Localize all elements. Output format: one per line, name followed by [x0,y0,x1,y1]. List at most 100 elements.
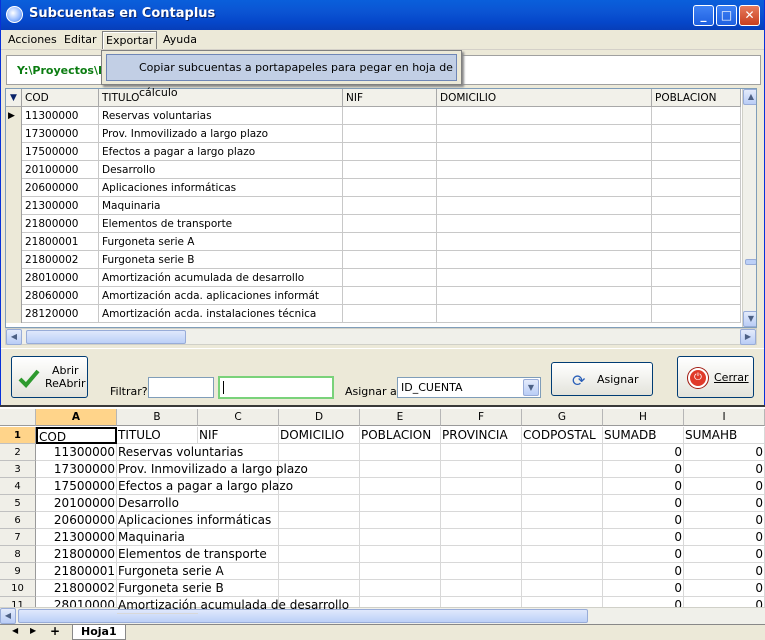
sheet-cell[interactable] [360,563,441,580]
sheet-cell[interactable]: CODPOSTAL [522,427,603,444]
grid-cell[interactable]: Amortización acumulada de desarrollo [99,269,343,287]
grid-cell[interactable] [437,143,652,161]
sheet-col-header[interactable]: B [117,409,198,426]
sheet-col-header[interactable]: C [198,409,279,426]
sheet-cell[interactable]: 21800000 [36,546,117,563]
sheet-cell[interactable] [279,529,360,546]
grid-cell[interactable]: Furgoneta serie A [99,233,343,251]
sheet-cell[interactable]: TITULO [117,427,198,444]
filtrar-field-2[interactable] [218,376,334,399]
sheet-cell[interactable] [441,512,522,529]
cerrar-button[interactable]: ⏻ Cerrar [677,356,754,398]
sheet-cell[interactable]: SUMAHB [684,427,765,444]
sheet-cell[interactable] [360,529,441,546]
grid-cell[interactable]: 20600000 [22,179,99,197]
grid-cell[interactable] [343,233,437,251]
grid-cell[interactable]: Elementos de transporte [99,215,343,233]
row-indicator[interactable] [6,215,22,233]
grid-cell[interactable]: Amortización acda. aplicaciones informát [99,287,343,305]
grid-cell[interactable]: Reservas voluntarias [99,107,343,125]
menu-acciones[interactable]: Acciones [5,31,60,49]
sheet-cell[interactable] [441,580,522,597]
grid-cell[interactable]: Maquinaria [99,197,343,215]
grid-col-titulo[interactable]: TITULO [99,89,343,107]
grid-cell[interactable] [437,287,652,305]
grid-row[interactable]: 28060000 Amortización acda. aplicaciones … [6,287,741,305]
row-indicator[interactable] [6,125,22,143]
grid-row[interactable]: ▶ 11300000 Reservas voluntarias [6,107,741,125]
sheet-cell[interactable] [441,546,522,563]
sheet-cell[interactable] [441,461,522,478]
sheet-cell[interactable]: COD [36,427,117,444]
sheet-cell[interactable]: 0 [603,546,684,563]
close-button[interactable]: ✕ [739,5,760,26]
sheet-cell[interactable]: 21800002 [36,580,117,597]
sheet-row-header[interactable]: 8 [0,546,36,563]
sheet-row-header[interactable]: 10 [0,580,36,597]
abrir-button[interactable]: Abrir ReAbrir [11,356,88,398]
grid-cell[interactable] [652,305,741,323]
sheet-cell[interactable] [279,444,360,461]
sheet-cell[interactable] [279,495,360,512]
copy-to-clipboard-menu-item[interactable]: Copiar subcuentas a portapapeles para pe… [106,54,457,99]
grid-cell[interactable]: 28120000 [22,305,99,323]
sheet-cell[interactable] [522,529,603,546]
sheet-row-header[interactable]: 4 [0,478,36,495]
scroll-up-icon[interactable]: ▲ [743,89,756,105]
sheet-cell[interactable]: Elementos de transporte [117,546,267,563]
first-sheet-icon[interactable]: ◀ [12,626,18,635]
next-sheet-icon[interactable]: ▶ [30,626,36,635]
grid-horizontal-scrollbar[interactable]: ◀ ▶ [5,328,757,345]
grid-cell[interactable]: Amortización acda. instalaciones técnica [99,305,343,323]
grid-cell[interactable]: 17500000 [22,143,99,161]
sheet-cell[interactable]: 0 [684,495,765,512]
grid-cell[interactable] [437,161,652,179]
sheet-cell[interactable] [360,512,441,529]
sheet-col-header[interactable]: G [522,409,603,426]
menu-exportar[interactable]: Exportar [102,31,158,49]
sheet-cell[interactable]: PROVINCIA [441,427,522,444]
sheet-col-header[interactable]: D [279,409,360,426]
grid-cell[interactable] [343,107,437,125]
row-indicator[interactable] [6,197,22,215]
sheet-cell[interactable]: 0 [603,563,684,580]
grid-cell[interactable] [343,197,437,215]
sheet-scroll-left-icon[interactable]: ◀ [0,608,16,624]
sheet-col-header[interactable]: E [360,409,441,426]
sheet-cell[interactable] [360,444,441,461]
sheet-cell[interactable]: Desarrollo [117,495,198,512]
sheet-cell[interactable] [279,563,360,580]
grid-col-poblacion[interactable]: POBLACION [652,89,741,107]
sheet-cell[interactable] [198,529,279,546]
grid-cell[interactable] [437,107,652,125]
grid-cell[interactable] [652,269,741,287]
sheet-cell[interactable] [279,512,360,529]
grid-cell[interactable] [343,161,437,179]
sheet-cell[interactable] [360,461,441,478]
sheet-cell[interactable]: Prov. Inmovilizado a largo plazo [117,461,308,478]
sheet-cell[interactable]: 0 [684,563,765,580]
sheet-cell[interactable]: 21300000 [36,529,117,546]
grid-cell[interactable] [652,233,741,251]
sheet-cell[interactable] [441,478,522,495]
sheet-cell[interactable] [441,529,522,546]
sheet-cell[interactable]: Aplicaciones informáticas [117,512,271,529]
row-indicator[interactable] [6,287,22,305]
sheet-cell[interactable]: 0 [603,495,684,512]
grid-cell[interactable] [652,197,741,215]
sheet-row-header[interactable]: 2 [0,444,36,461]
sheet-cell[interactable] [360,478,441,495]
sheet-cell[interactable]: 17300000 [36,461,117,478]
sheet-cell[interactable]: 0 [603,461,684,478]
sheet-cell[interactable] [441,444,522,461]
sheet-cell[interactable] [522,563,603,580]
grid-cell[interactable] [343,143,437,161]
sheet-row-header[interactable]: 9 [0,563,36,580]
scroll-right-icon[interactable]: ▶ [740,329,756,345]
grid-cell[interactable]: 21800001 [22,233,99,251]
sheet-cell[interactable]: 0 [684,580,765,597]
sheet-col-header[interactable]: A [36,409,117,426]
sheet-cell[interactable] [522,444,603,461]
sheet-row-header[interactable]: 6 [0,512,36,529]
grid-row[interactable]: 17500000 Efectos a pagar a largo plazo [6,143,741,161]
